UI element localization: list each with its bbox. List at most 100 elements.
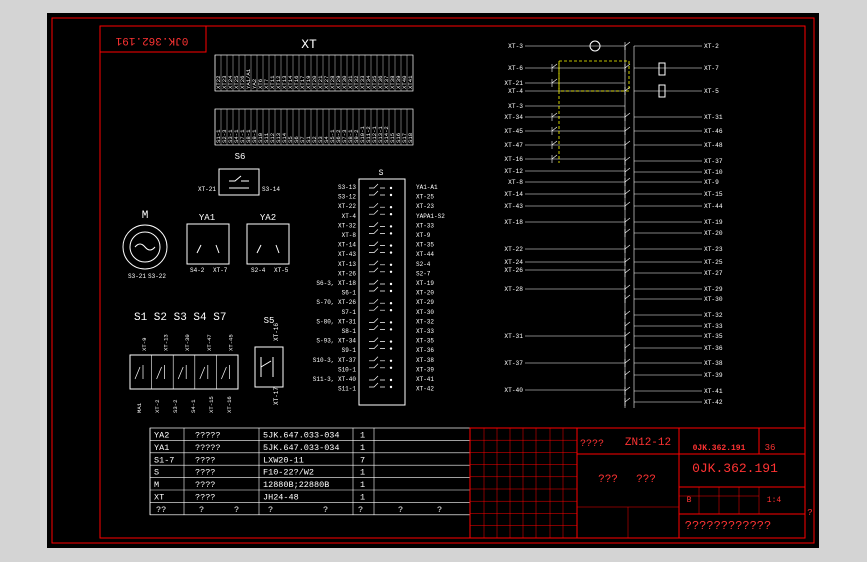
schematic-left-terminal: XT-4	[508, 88, 523, 95]
bom-spec: 5JK.647.033-034	[263, 431, 340, 441]
bom-code: M	[154, 480, 159, 490]
motor-label: M	[142, 210, 149, 222]
bom-qty: 1	[360, 431, 365, 441]
drawing-sheet[interactable]: 0JK.362.191 XT XT22 XT23 XT24 XT25 XT26 YA1/A…	[47, 13, 819, 548]
schematic-contact	[624, 140, 631, 149]
switch-bottom-terminal: MA1	[136, 402, 143, 413]
bom-name: ?????	[195, 443, 221, 453]
s5-bottom-terminal: XT-17	[273, 387, 280, 405]
main-switch-left-terminal: S6-3, XT-18	[316, 280, 356, 287]
main-switch-right-terminal: XT-29	[416, 299, 434, 306]
switch-top-terminal: XT-45	[227, 334, 234, 351]
schematic-left-terminal: XT-47	[504, 142, 523, 149]
main-switch-left-terminal: S3-12	[338, 194, 356, 201]
bom-header-col: ?	[323, 505, 328, 515]
contact-dot	[389, 378, 393, 382]
schematic-right-terminal: XT-27	[704, 270, 723, 277]
ya2-coil-symbol	[256, 244, 280, 254]
s5-top-terminal: XT-16	[273, 323, 280, 341]
bom-name: ????	[195, 455, 215, 465]
schematic-right-terminal: XT-7	[704, 65, 719, 72]
title-block: ???? ZN12-12 0JK.362.191 36 ??? ??? 0JK.…	[469, 427, 813, 539]
main-switch-left-terminal: XT-8	[342, 232, 357, 239]
limit-switch-group: XT-9 XT-13 XT-30 XT-47 XT-45 MA1 XT-2 S3-2 S4-1 X…	[129, 334, 239, 413]
schematic-contact	[624, 331, 631, 340]
ya2-pin-1: S2-4	[251, 267, 266, 274]
main-switch-body[interactable]	[358, 178, 406, 406]
s6-left-terminal: XT-21	[198, 186, 216, 193]
schematic-contact	[624, 268, 631, 277]
main-switch-right-terminal: XT-9	[416, 232, 431, 239]
main-switch-left-terminal: S10-1	[338, 366, 356, 373]
switch-contact	[134, 365, 144, 380]
contact-dot	[389, 309, 393, 312]
schematic-right-terminal: XT-32	[704, 312, 723, 319]
switch-top-terminal: XT-30	[184, 334, 191, 351]
schematic-left-terminal: XT-18	[504, 219, 523, 226]
main-switch-right-terminal: XT-23	[416, 203, 434, 210]
s6-switch[interactable]	[218, 168, 260, 196]
terminal-block-top-row: XT22 XT23 XT24 XT25 XT26 YA1/A1 YA2 XT6 XT7 XT11 X…	[214, 54, 414, 92]
schematic-right-terminal: XT-15	[704, 191, 723, 198]
switch-housing[interactable]	[129, 354, 239, 390]
corner-mark: ?	[807, 508, 812, 518]
main-switch-contact-pair	[369, 318, 385, 330]
ya2-coil[interactable]	[246, 223, 290, 265]
main-switch-right-terminal: XT-30	[416, 309, 434, 316]
bom-spec: JH24-48	[263, 493, 299, 503]
schematic-left-terminal: XT-40	[504, 387, 523, 394]
main-switch-contact-pair	[369, 241, 385, 253]
drawing-number: 0JK.362.191	[692, 461, 778, 476]
schematic-right-terminal: XT-39	[704, 372, 723, 379]
bom-code: S1-7	[154, 455, 174, 465]
cad-viewer-canvas: 0JK.362.191 XT XT22 XT23 XT24 XT25 XT26 YA1/A…	[0, 0, 867, 562]
main-switch-right-terminal: S2-4	[416, 261, 431, 268]
s5-switch[interactable]	[254, 346, 284, 388]
switch-bottom-terminal: XT-2	[154, 400, 161, 413]
switch-bottom-terminal: S4-1	[190, 399, 197, 413]
schematic-right-terminal: XT-35	[704, 333, 723, 340]
stage-mark: B	[687, 496, 692, 505]
contact-dot	[389, 366, 393, 369]
control-schematic: XT-3 XT-6 XT-21XT-4 XT-3 XT-34 XT-45 XT-47 XT-1…	[504, 40, 723, 408]
schematic-left-terminal: XT-14	[504, 191, 523, 198]
main-switch-contacts: S3-13 S3-12 XT-22 XT-4 XT-32 XT-8 XT-14 XT-43 XT…	[313, 183, 445, 393]
schematic-right-terminal: XT-41	[704, 388, 723, 395]
product-label: ????	[580, 439, 604, 450]
main-switch-left-terminal: S9-1	[342, 347, 357, 354]
contact-dot	[389, 302, 393, 305]
main-switch-right-terminal: YA1-A1	[416, 184, 438, 191]
switches-label: S1 S2 S3 S4 S7	[134, 312, 226, 324]
ya1-coil[interactable]	[186, 223, 230, 265]
motor-ac-symbol	[134, 243, 156, 251]
drawing-name-right: ???	[636, 474, 656, 486]
main-switch-contact-pair	[369, 337, 385, 349]
bom-name: ?????	[195, 431, 221, 441]
scale: 1:4	[767, 496, 782, 505]
main-switch-left-terminal: S-70, XT-26	[316, 299, 356, 306]
schematic-right-terminal: XT-37	[704, 158, 723, 165]
schematic-left-terminal: XT-26	[504, 267, 523, 274]
main-switch-left-terminal: XT-22	[338, 203, 356, 210]
main-switch-left-terminal: S8-1	[342, 328, 357, 335]
schematic-left-terminal: XT-12	[504, 168, 523, 175]
schematic-contact	[624, 189, 631, 198]
bom-header-name: ?	[199, 505, 204, 515]
main-switch-contact-pair	[369, 279, 385, 292]
schematic-contact	[624, 358, 631, 367]
schematic-contact	[624, 167, 631, 176]
contact-dot	[389, 193, 393, 197]
contact-dot	[389, 213, 393, 216]
main-switch-contact-pair	[369, 222, 385, 234]
schematic-contact	[624, 284, 631, 293]
main-switch-left-terminal: S11-1	[338, 386, 356, 393]
schematic-left-terminal: XT-21	[504, 80, 523, 87]
main-switch-right-terminal: XT-33	[416, 222, 434, 229]
main-switch-left-terminal: XT-26	[338, 270, 356, 277]
terminal-top-label: XT41	[407, 75, 414, 89]
contact-dot	[389, 321, 393, 324]
schematic-contact	[624, 217, 631, 226]
main-switch-right-terminal: XT-35	[416, 338, 434, 345]
schematic-right-terminal: XT-20	[704, 230, 723, 237]
switch-contact	[199, 365, 209, 380]
